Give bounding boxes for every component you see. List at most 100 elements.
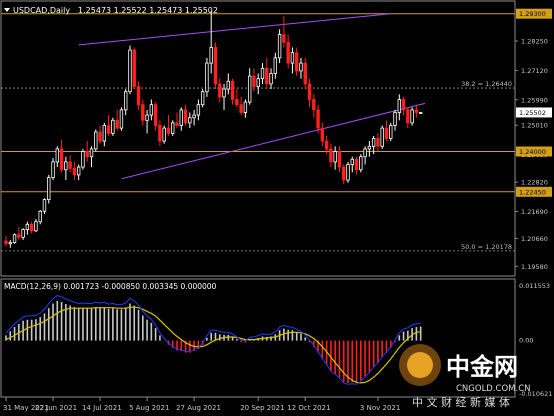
candle-bull xyxy=(243,101,248,113)
price-axis-label: 1.19580 xyxy=(521,263,548,271)
candle-bull xyxy=(410,109,414,124)
price-axis-label: 1.20660 xyxy=(521,235,548,243)
chart-header: USDCAD,Daily 1.25473 1.25522 1.25473 1.2… xyxy=(4,6,218,15)
candle-bull xyxy=(38,210,42,223)
candle-bear xyxy=(376,138,380,147)
candle-bear xyxy=(158,125,162,142)
candle-bull xyxy=(196,104,201,116)
candle-bull xyxy=(64,161,68,171)
trading-chart[interactable]: 38.2 = 1.2644050.0 = 1.20178 中金网 CNGOLD.… xyxy=(0,0,554,416)
candle-bear xyxy=(316,109,320,129)
candle-bear xyxy=(17,234,21,238)
watermark-brand: 中金网 xyxy=(446,353,518,381)
candle-bull xyxy=(162,127,166,142)
candle-bear xyxy=(320,127,325,142)
candle-bear xyxy=(337,151,342,168)
candle-bull xyxy=(222,88,226,98)
candle-bear xyxy=(312,99,316,111)
candle-bull xyxy=(363,148,367,158)
candle-bear xyxy=(265,67,269,85)
candle-bull xyxy=(42,199,47,212)
candle-bull xyxy=(188,117,192,124)
candle-bull xyxy=(76,166,81,176)
candle-bull xyxy=(25,223,30,230)
candle-bear xyxy=(294,52,299,72)
macd-axis-label: -0.010621 xyxy=(519,390,552,398)
candle-bear xyxy=(401,99,406,111)
candle-bull xyxy=(269,73,273,85)
watermark-logo-inner xyxy=(407,352,433,378)
candle-bear xyxy=(132,49,136,87)
candle-bear xyxy=(324,140,329,150)
candle-bear xyxy=(235,99,239,106)
candle-bull xyxy=(200,91,205,106)
candle-bull xyxy=(51,161,55,178)
candle-bear xyxy=(166,127,171,134)
date-axis-label: 12 Oct 2021 xyxy=(287,404,330,412)
candle-bull xyxy=(102,125,107,142)
candle-bear xyxy=(406,109,410,124)
candle-bull xyxy=(179,109,183,126)
candle-bull xyxy=(111,119,115,134)
candle-bull xyxy=(397,99,401,113)
candle-bull xyxy=(55,148,59,163)
candle-bear xyxy=(307,83,312,100)
date-axis-label: 20 Sep 2021 xyxy=(240,404,284,412)
candle-bull xyxy=(21,229,25,238)
candle-bull xyxy=(247,75,252,103)
date-axis-label: 22 Jun 2021 xyxy=(35,404,77,412)
candle-bull xyxy=(393,112,397,126)
candle-bull xyxy=(94,131,98,150)
candle-bear xyxy=(239,104,243,113)
candle-bull xyxy=(333,151,337,163)
watermark-tagline: 中 文 财 经 新 媒 体 xyxy=(412,395,510,409)
candle-bear xyxy=(230,80,235,100)
candle-bull xyxy=(124,91,128,111)
candle-bull xyxy=(34,221,38,232)
candle-bull xyxy=(418,112,423,114)
price-axis-label: 1.28250 xyxy=(521,38,548,46)
ohlc-values: 1.25473 1.25522 1.25473 1.25502 xyxy=(78,6,218,15)
price-level-tag-text: 1.24000 xyxy=(519,148,546,156)
candle-bear xyxy=(68,161,72,169)
candle-bull xyxy=(299,62,303,72)
candle-bear xyxy=(213,47,218,85)
date-axis-label: 14 Jul 2021 xyxy=(82,404,122,412)
candle-bear xyxy=(29,223,34,232)
candle-bull xyxy=(171,122,175,134)
macd-header: MACD(12,26,9) 0.001723 -0.000850 0.00334… xyxy=(4,282,217,291)
current-price-tag-text: 1.25502 xyxy=(519,109,546,117)
candle-bull xyxy=(367,145,372,150)
candle-bull xyxy=(205,62,209,93)
candle-bull xyxy=(128,49,132,93)
candle-bull xyxy=(226,80,230,90)
candle-bull xyxy=(260,67,265,80)
fib-level-label: 50.0 = 1.20178 xyxy=(461,243,512,251)
price-level-tag-text: 1.22450 xyxy=(519,188,546,196)
candle-bear xyxy=(4,240,8,245)
candle-bear xyxy=(136,86,141,106)
candle-bull xyxy=(145,114,149,121)
candle-bear xyxy=(414,109,419,113)
candle-bull xyxy=(12,234,17,243)
price-axis-label: 1.27120 xyxy=(521,67,548,75)
candle-bull xyxy=(359,156,363,171)
candle-bear xyxy=(115,119,119,129)
candle-bear xyxy=(175,122,179,126)
candle-bull xyxy=(8,242,12,245)
candle-bull xyxy=(290,52,295,64)
candle-bull xyxy=(371,138,376,147)
candle-bear xyxy=(282,34,286,43)
date-axis-label: 27 Aug 2021 xyxy=(176,404,221,412)
candle-bear xyxy=(106,125,111,134)
price-axis-label: 1.25990 xyxy=(521,96,548,104)
candle-bear xyxy=(141,104,145,121)
candle-bear xyxy=(384,127,389,139)
candle-bear xyxy=(183,109,188,124)
candle-bear xyxy=(85,151,89,158)
candle-bear xyxy=(59,148,64,171)
candle-bull xyxy=(89,148,94,158)
price-axis-label: 1.22820 xyxy=(521,179,548,187)
price-level-tag-text: 1.29300 xyxy=(519,10,546,18)
macd-axis-label: 0.00 xyxy=(519,337,533,345)
